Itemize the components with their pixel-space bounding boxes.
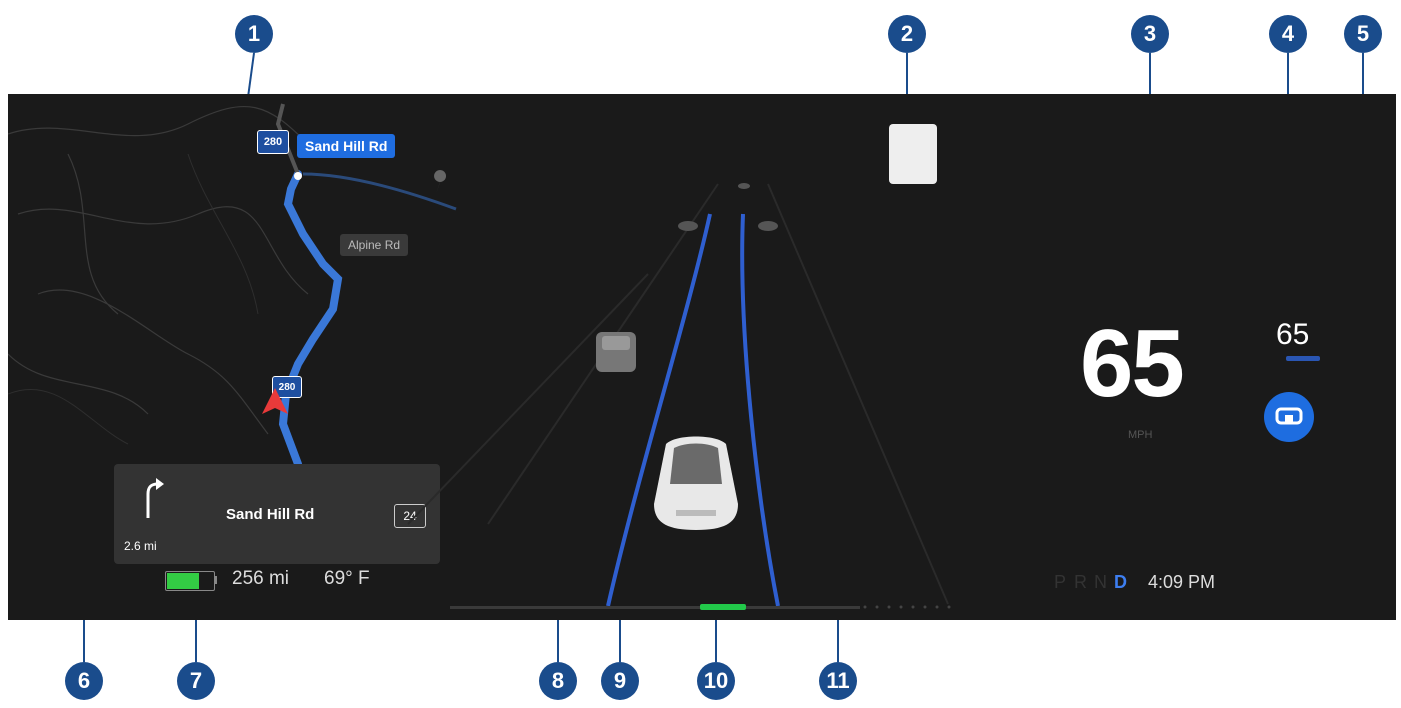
- battery-fill: [167, 573, 200, 589]
- road-progress-indicator: [700, 604, 746, 610]
- highway-shield-top: 280: [257, 130, 289, 154]
- speed-limit: 65: [1276, 318, 1310, 351]
- road-progress-track: [450, 606, 860, 609]
- clock: 4:09 PM: [1148, 572, 1216, 592]
- turn-street-name: Sand Hill Rd: [226, 506, 315, 523]
- navigation-arrow-icon: [262, 388, 288, 414]
- gear-p: P: [1054, 572, 1067, 592]
- gear-r: R: [1074, 572, 1087, 592]
- speed-sign-placeholder: [889, 124, 937, 184]
- temperature-readout: 69° F: [324, 568, 370, 589]
- speed-unit: MPH: [1128, 429, 1153, 441]
- battery-icon: [165, 571, 215, 591]
- touchscreen-display: 280 Sand Hill Rd Alpine Rd 280 Sand Hill…: [8, 94, 1396, 620]
- turn-distance: 2.6 mi: [124, 539, 157, 553]
- range-readout: 256 mi: [232, 568, 290, 589]
- current-road-label: Sand Hill Rd: [297, 134, 396, 158]
- nearby-car-icon: [596, 332, 636, 372]
- ego-car-icon: [654, 436, 738, 530]
- gear-drive: D: [1114, 572, 1127, 592]
- gear-n: N: [1094, 572, 1107, 592]
- battery-tip: [214, 576, 217, 584]
- autopilot-steering-icon[interactable]: [1264, 392, 1314, 442]
- driving-visualization: [407, 183, 949, 607]
- current-speed: 65: [1080, 310, 1185, 417]
- speed-limit-underline: [1286, 356, 1320, 361]
- road-progress-dots: [863, 605, 951, 609]
- turn-right-icon: [146, 478, 164, 518]
- steering-wheel-icon: [1275, 407, 1303, 425]
